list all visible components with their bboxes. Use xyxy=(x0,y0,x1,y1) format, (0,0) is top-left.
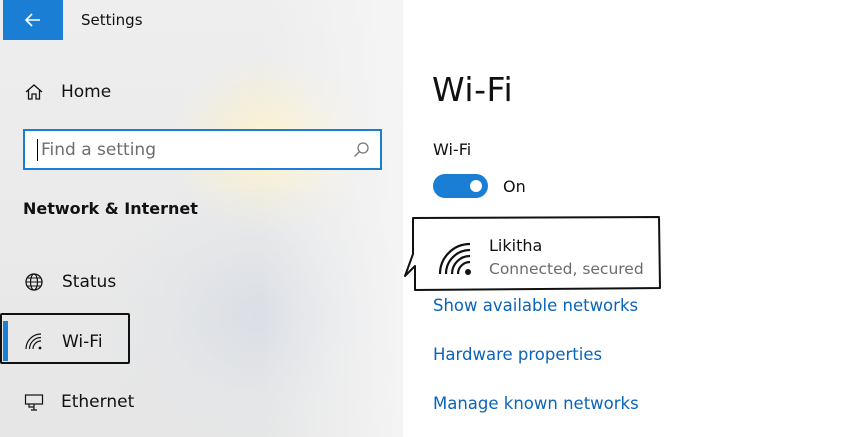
wifi-toggle[interactable] xyxy=(433,174,488,198)
back-arrow-icon xyxy=(25,13,40,27)
toggle-knob xyxy=(470,180,482,192)
toggle-state-label: On xyxy=(503,177,526,196)
background-glow xyxy=(260,0,403,437)
network-status: Connected, secured xyxy=(489,260,644,278)
show-available-networks-link[interactable]: Show available networks xyxy=(433,296,638,315)
sidebar-item-label: Home xyxy=(61,82,112,102)
ethernet-icon xyxy=(23,391,45,413)
manage-known-networks-link[interactable]: Manage known networks xyxy=(433,394,639,413)
search-icon[interactable] xyxy=(353,141,370,162)
wifi-toggle-label: Wi-Fi xyxy=(433,140,472,159)
back-button[interactable] xyxy=(3,0,63,40)
sidebar-item-label: Ethernet xyxy=(61,392,135,412)
search-box[interactable] xyxy=(23,129,382,170)
sidebar-item-label: Status xyxy=(62,272,117,292)
network-name: Likitha xyxy=(489,236,543,255)
section-header: Network & Internet xyxy=(23,199,198,218)
sidebar-item-home[interactable]: Home xyxy=(23,81,111,103)
globe-icon xyxy=(23,271,45,293)
search-input[interactable] xyxy=(37,139,337,161)
sidebar-item-ethernet[interactable]: Ethernet xyxy=(23,391,134,413)
hardware-properties-link[interactable]: Hardware properties xyxy=(433,345,602,364)
home-icon xyxy=(23,81,45,103)
app-title: Settings xyxy=(81,11,143,29)
page-title: Wi-Fi xyxy=(432,70,514,109)
highlight-annotation xyxy=(0,313,130,364)
sidebar-item-status[interactable]: Status xyxy=(23,271,116,293)
wifi-signal-icon xyxy=(438,242,471,275)
sidebar: Settings Home Network & Internet Status xyxy=(0,0,403,437)
